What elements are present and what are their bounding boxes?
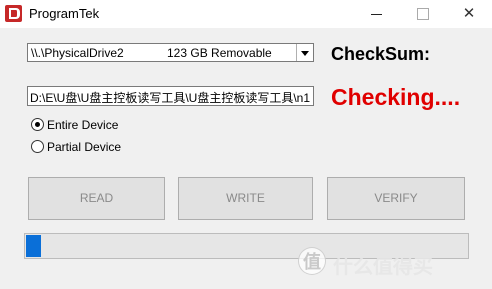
watermark-text: 什么值得买 [333,256,433,278]
minimize-icon [371,14,382,15]
partial-device-label[interactable]: Partial Device [47,140,121,154]
drive-path: \\.\PhysicalDrive2 [31,46,124,60]
write-button[interactable]: WRITE [178,177,313,220]
file-path-field[interactable]: D:\E\U盘\U盘主控板读写工具\U盘主控板读写工具\n1 [27,86,314,106]
window-title: ProgramTek [29,6,100,21]
entire-device-label[interactable]: Entire Device [47,118,118,132]
drive-info: 123 GB Removable [167,46,272,60]
minimize-button[interactable] [354,0,400,28]
checksum-label: CheckSum: [331,44,431,64]
progress-fill [26,235,41,257]
read-button[interactable]: READ [28,177,165,220]
close-button[interactable]: ✕ [446,0,492,28]
partial-device-radio[interactable] [31,140,44,153]
chevron-down-icon[interactable] [296,44,313,61]
verify-button[interactable]: VERIFY [327,177,465,220]
watermark-badge: 值 [298,247,326,275]
entire-device-radio[interactable] [31,118,44,131]
maximize-icon [417,8,429,20]
title-bar: ProgramTek ✕ [0,0,492,28]
close-icon: ✕ [462,5,476,22]
drive-select[interactable]: \\.\PhysicalDrive2 123 GB Removable [27,43,314,62]
maximize-button[interactable] [400,0,446,28]
status-text: Checking.... [331,84,461,110]
programtek-logo-icon [5,5,22,22]
